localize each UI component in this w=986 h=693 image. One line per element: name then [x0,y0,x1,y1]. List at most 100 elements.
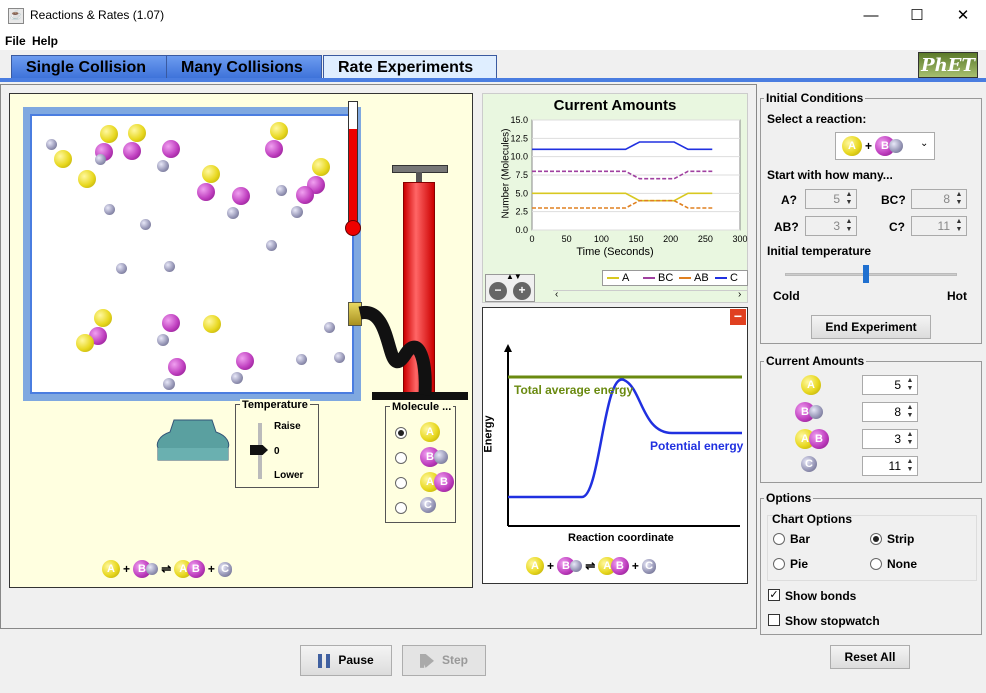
container-molecule-c [95,152,107,166]
initial-temp-track [785,273,957,276]
current-amounts-group: Current Amounts ABABC 5 ▲ ▼ 8 ▲ ▼ 3 ▲ ▼ 11 ▲ ▼ [760,354,982,483]
init-a-label: A? [781,193,797,207]
atom-b-icon: B [809,429,829,449]
spinner-arrows-icon[interactable]: ▲ ▼ [904,431,916,447]
atom-c-icon [104,204,116,216]
molecule-bc-icon: B [133,560,159,578]
chart-option-radio-pie[interactable] [773,558,785,570]
molecule-radio-a[interactable] [395,427,407,439]
spinner-arrows-icon[interactable]: ▲ ▼ [843,191,855,207]
chart-option-label-strip: Strip [887,532,915,546]
show-stopwatch-checkbox[interactable] [768,614,780,626]
reset-all-button[interactable]: Reset All [830,645,910,669]
chart-y-tick-label: 2.5 [515,207,528,217]
legend-label: C [730,272,738,284]
current-c-spinner[interactable]: 11 ▲ ▼ [862,456,918,476]
chart-option-radio-none[interactable] [870,558,882,570]
scroll-left-icon[interactable]: ‹ [555,289,558,300]
molecule-bc-icon: B [420,447,448,467]
init-ab-spinner[interactable]: 3 ▲ ▼ [805,216,857,236]
end-experiment-button[interactable]: End Experiment [811,315,931,339]
spinner-arrows-icon[interactable]: ▲ ▼ [953,218,965,234]
init-ab-value: 3 [833,219,840,233]
container-molecule-c [164,259,176,273]
chart-y-tick-label: 5.0 [515,188,528,198]
atom-c-icon [296,354,308,366]
reaction-dropdown[interactable]: A + B ⌄ [835,132,935,160]
atom-c-icon [569,559,583,573]
chart-option-radio-strip[interactable] [870,533,882,545]
atom-a-icon [203,315,221,333]
container-molecule-c [104,202,116,216]
show-bonds-checkbox[interactable]: ✓ [768,589,780,601]
molecule-bc-icon: B [557,557,583,575]
molecule-a-icon: A [526,557,544,575]
menu-file[interactable]: File [5,34,26,48]
molecule-selector-title: Molecule ... [390,401,454,413]
current-ab-spinner[interactable]: 3 ▲ ▼ [862,429,918,449]
init-a-spinner[interactable]: 5 ▲ ▼ [805,189,857,209]
current-bc-value: 8 [894,405,901,419]
plus-sign: + [547,559,555,573]
show-bonds-label: Show bonds [785,589,857,603]
spinner-arrows-icon[interactable]: ▲ ▼ [953,191,965,207]
molecule-radio-bc[interactable] [395,452,407,464]
chart-x-tick-label: 100 [594,234,609,244]
atom-a-icon: A [102,560,120,578]
container-molecule-c [116,261,128,275]
atom-c-icon [434,450,448,464]
init-c-spinner[interactable]: 11 ▲ ▼ [911,216,967,236]
temperature-slider-thumb[interactable] [250,445,268,455]
maximize-icon[interactable]: ☐ [894,0,940,32]
chart-x-tick-label: 300 [732,234,747,244]
chart-scrollbar[interactable]: ‹ › [553,289,748,302]
step-button[interactable]: Step [402,645,486,676]
atom-b-icon [236,352,254,370]
heater-icon[interactable] [156,418,230,462]
chart-y-tick-label: 10.0 [510,152,528,162]
container-molecule-c [324,320,336,334]
current-bc-spinner[interactable]: 8 ▲ ▼ [862,402,918,422]
atom-c-icon [46,139,58,151]
minimize-icon[interactable]: — [848,0,894,32]
zoom-out-icon[interactable]: − [489,282,507,300]
thermometer-fill [349,129,357,226]
init-bc-spinner[interactable]: 8 ▲ ▼ [911,189,967,209]
legend-label: BC [658,272,674,284]
container-molecule-bc [230,352,254,385]
reaction-coordinate-label: Reaction coordinate [568,532,674,544]
spinner-arrows-icon[interactable]: ▲ ▼ [843,218,855,234]
spinner-arrows-icon[interactable]: ▲ ▼ [904,377,916,393]
atom-a-icon [78,170,96,188]
container-molecule-bc [156,314,180,347]
collapse-energy-icon[interactable]: − [730,309,746,325]
initial-temp-slider-thumb[interactable] [862,265,869,283]
atom-b-icon [122,142,141,160]
molecule-container [23,107,361,401]
close-icon[interactable]: ✕ [940,0,986,32]
molecule-ab-icon: AB [598,557,629,575]
molecule-radio-ab[interactable] [395,477,407,489]
atom-a-icon [54,150,72,168]
zoom-arrows-icon[interactable]: ▲▼ [506,272,522,281]
atom-a-icon [94,309,112,327]
container-molecule-a [76,334,94,352]
atom-c-icon [162,377,176,391]
atom-b-icon [162,140,180,158]
energy-y-arrow-icon [504,344,512,352]
chart-options-group: Chart Options [767,512,977,581]
init-c-value: 11 [937,219,950,233]
chart-option-label-pie: Pie [790,557,809,571]
scroll-right-icon[interactable]: › [738,289,741,300]
spinner-arrows-icon[interactable]: ▲ ▼ [904,404,916,420]
spinner-arrows-icon[interactable]: ▲ ▼ [904,458,916,474]
menu-help[interactable]: Help [32,34,58,48]
equilibrium-arrows-icon: ⇌ [585,559,596,573]
zoom-in-icon[interactable]: + [513,282,531,300]
pause-label: Pause [338,653,374,667]
molecule-radio-c[interactable] [395,502,407,514]
pause-button[interactable]: Pause [300,645,392,676]
chart-option-radio-bar[interactable] [773,533,785,545]
current-a-spinner[interactable]: 5 ▲ ▼ [862,375,918,395]
initial-conditions-title: Initial Conditions [764,91,866,105]
